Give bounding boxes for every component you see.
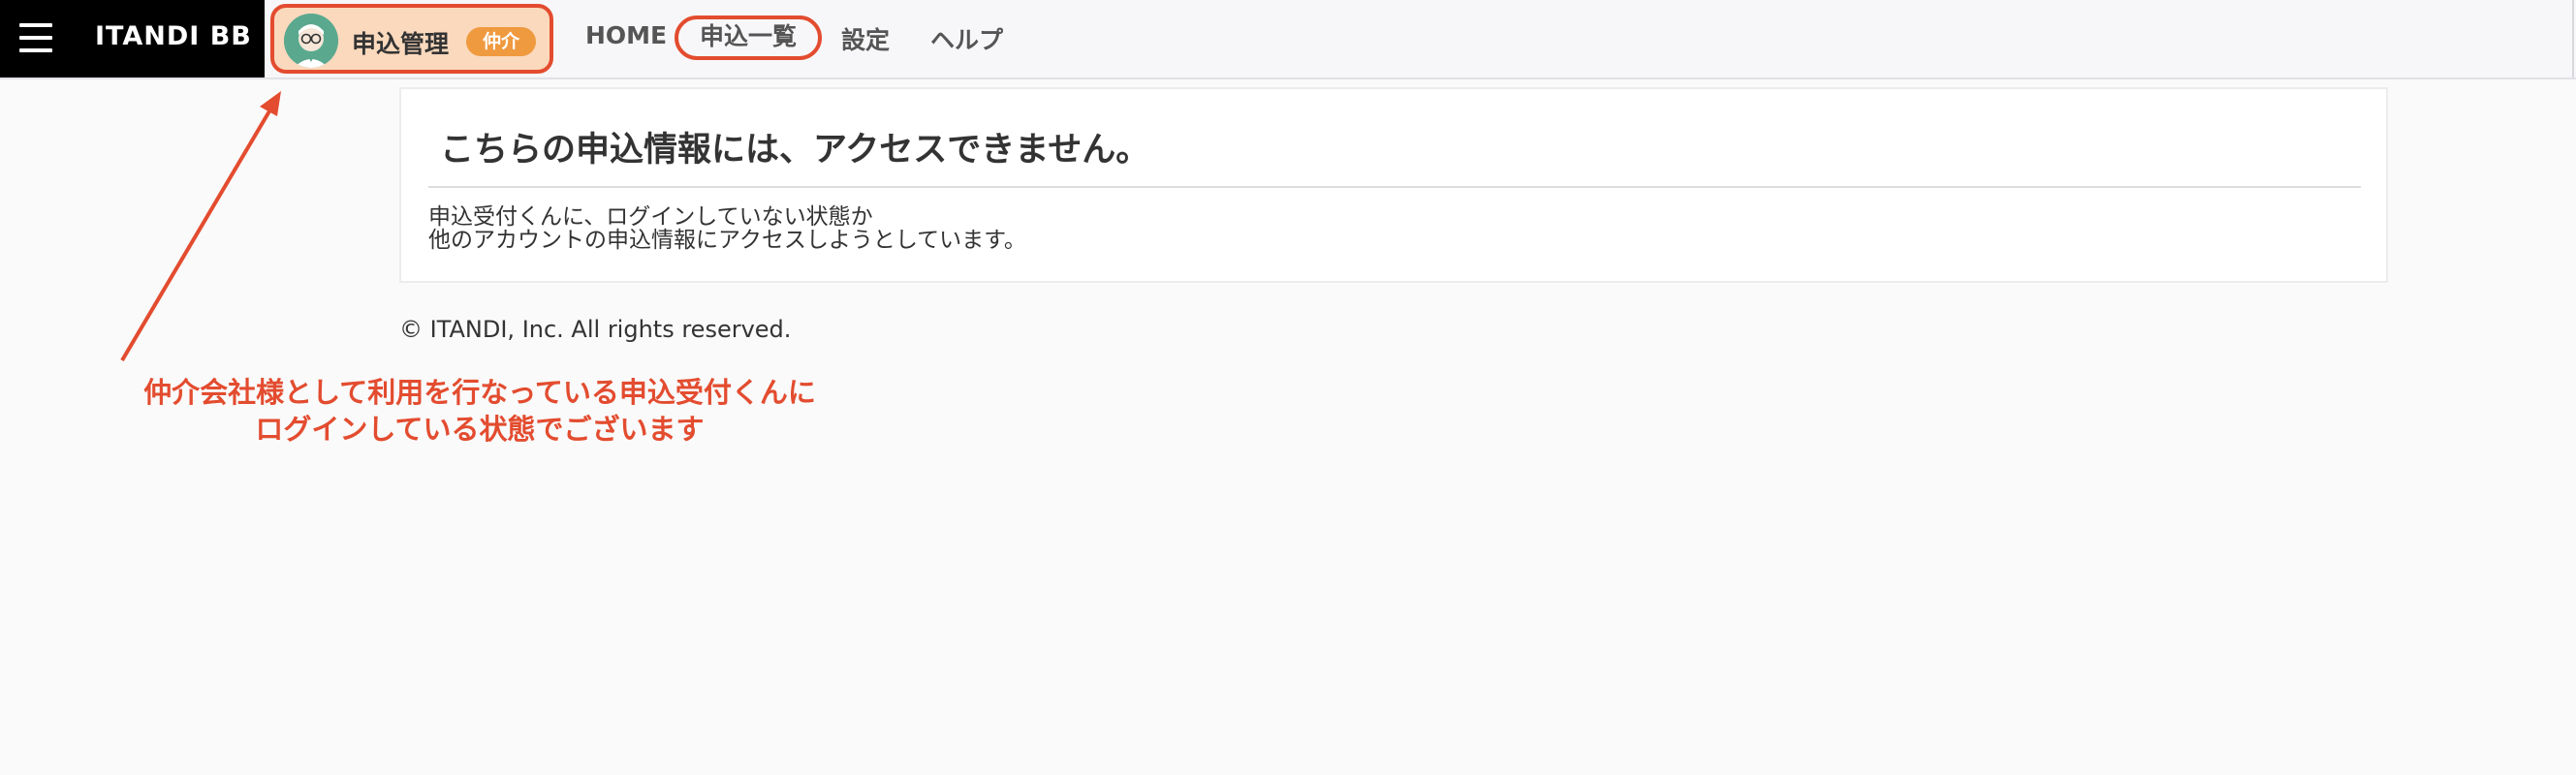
- app-switcher-label: 申込管理: [352, 30, 450, 58]
- nav-help[interactable]: ヘルプ: [930, 21, 1003, 56]
- annotation-note: 仲介会社様として利用を行なっている申込受付くんに ログインしている状態でございま…: [97, 374, 863, 448]
- brand-logo[interactable]: ITANDI BB: [95, 21, 252, 51]
- title-divider: [428, 186, 2361, 188]
- message-line-2: 他のアカウントの申込情報にアクセスしようとしています。: [428, 228, 1026, 253]
- annotation-line-2: ログインしている状態でございます: [255, 413, 705, 446]
- annotation-line-1: 仲介会社様として利用を行なっている申込受付くんに: [143, 376, 816, 409]
- brand-area: ITANDI BB: [0, 0, 265, 78]
- window-edge-divider: [2572, 0, 2574, 78]
- nav-application-list[interactable]: 申込一覧: [675, 16, 822, 60]
- nav-settings[interactable]: 設定: [841, 21, 890, 56]
- app-switcher-button[interactable]: 申込管理 仲介: [270, 4, 553, 74]
- footer-copyright: © ITANDI, Inc. All rights reserved.: [399, 316, 792, 343]
- top-navigation-bar: ITANDI BB 申込管理 仲介 HOME 申込一覧 設定 ヘルプ: [0, 0, 2576, 79]
- access-denied-card: こちらの申込情報には、アクセスできません。 申込受付くんに、ログインしていない状…: [399, 87, 2388, 283]
- role-badge: 仲介: [466, 27, 536, 56]
- user-avatar-icon: [284, 14, 338, 68]
- page-title: こちらの申込情報には、アクセスできません。: [440, 131, 1150, 170]
- nav-home[interactable]: HOME: [585, 21, 667, 49]
- hamburger-menu-icon[interactable]: [19, 23, 52, 52]
